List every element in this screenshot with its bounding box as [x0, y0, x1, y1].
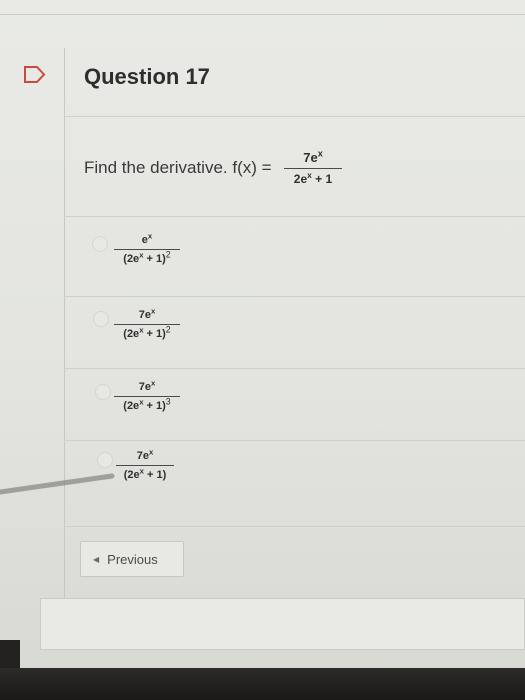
option-radio-4[interactable] [97, 452, 113, 468]
screen-bezel-bottom [0, 668, 525, 700]
question-function-fraction: 7ex 2ex + 1 [284, 149, 342, 186]
option-radio-1[interactable] [92, 236, 108, 252]
question-panel-border [64, 48, 65, 648]
option-radio-2[interactable] [93, 311, 109, 327]
option-divider [64, 296, 525, 297]
chevron-left-icon: ◀ [93, 554, 100, 564]
previous-button[interactable]: ◀ Previous [80, 541, 184, 577]
options-end-divider [64, 526, 525, 527]
flag-question-icon[interactable] [24, 66, 46, 83]
option-divider [64, 368, 525, 369]
question-prompt: Find the derivative. f(x) = [84, 158, 272, 177]
option-1-fraction[interactable]: ex (2ex + 1)2 [114, 232, 180, 265]
next-question-panel [40, 598, 525, 650]
option-radio-3[interactable] [95, 384, 111, 400]
option-3-fraction[interactable]: 7ex (2ex + 1)3 [114, 379, 180, 412]
option-divider [64, 440, 525, 441]
prompt-divider [64, 216, 525, 217]
question-header-divider [64, 116, 525, 117]
top-divider [0, 14, 525, 15]
question-title: Question 17 [84, 64, 210, 89]
screen: Question 17 Find the derivative. f(x) = … [0, 0, 525, 700]
previous-button-label: Previous [107, 551, 158, 567]
option-2-fraction[interactable]: 7ex (2ex + 1)2 [114, 307, 180, 340]
pen-pointer-shadow [0, 473, 115, 495]
